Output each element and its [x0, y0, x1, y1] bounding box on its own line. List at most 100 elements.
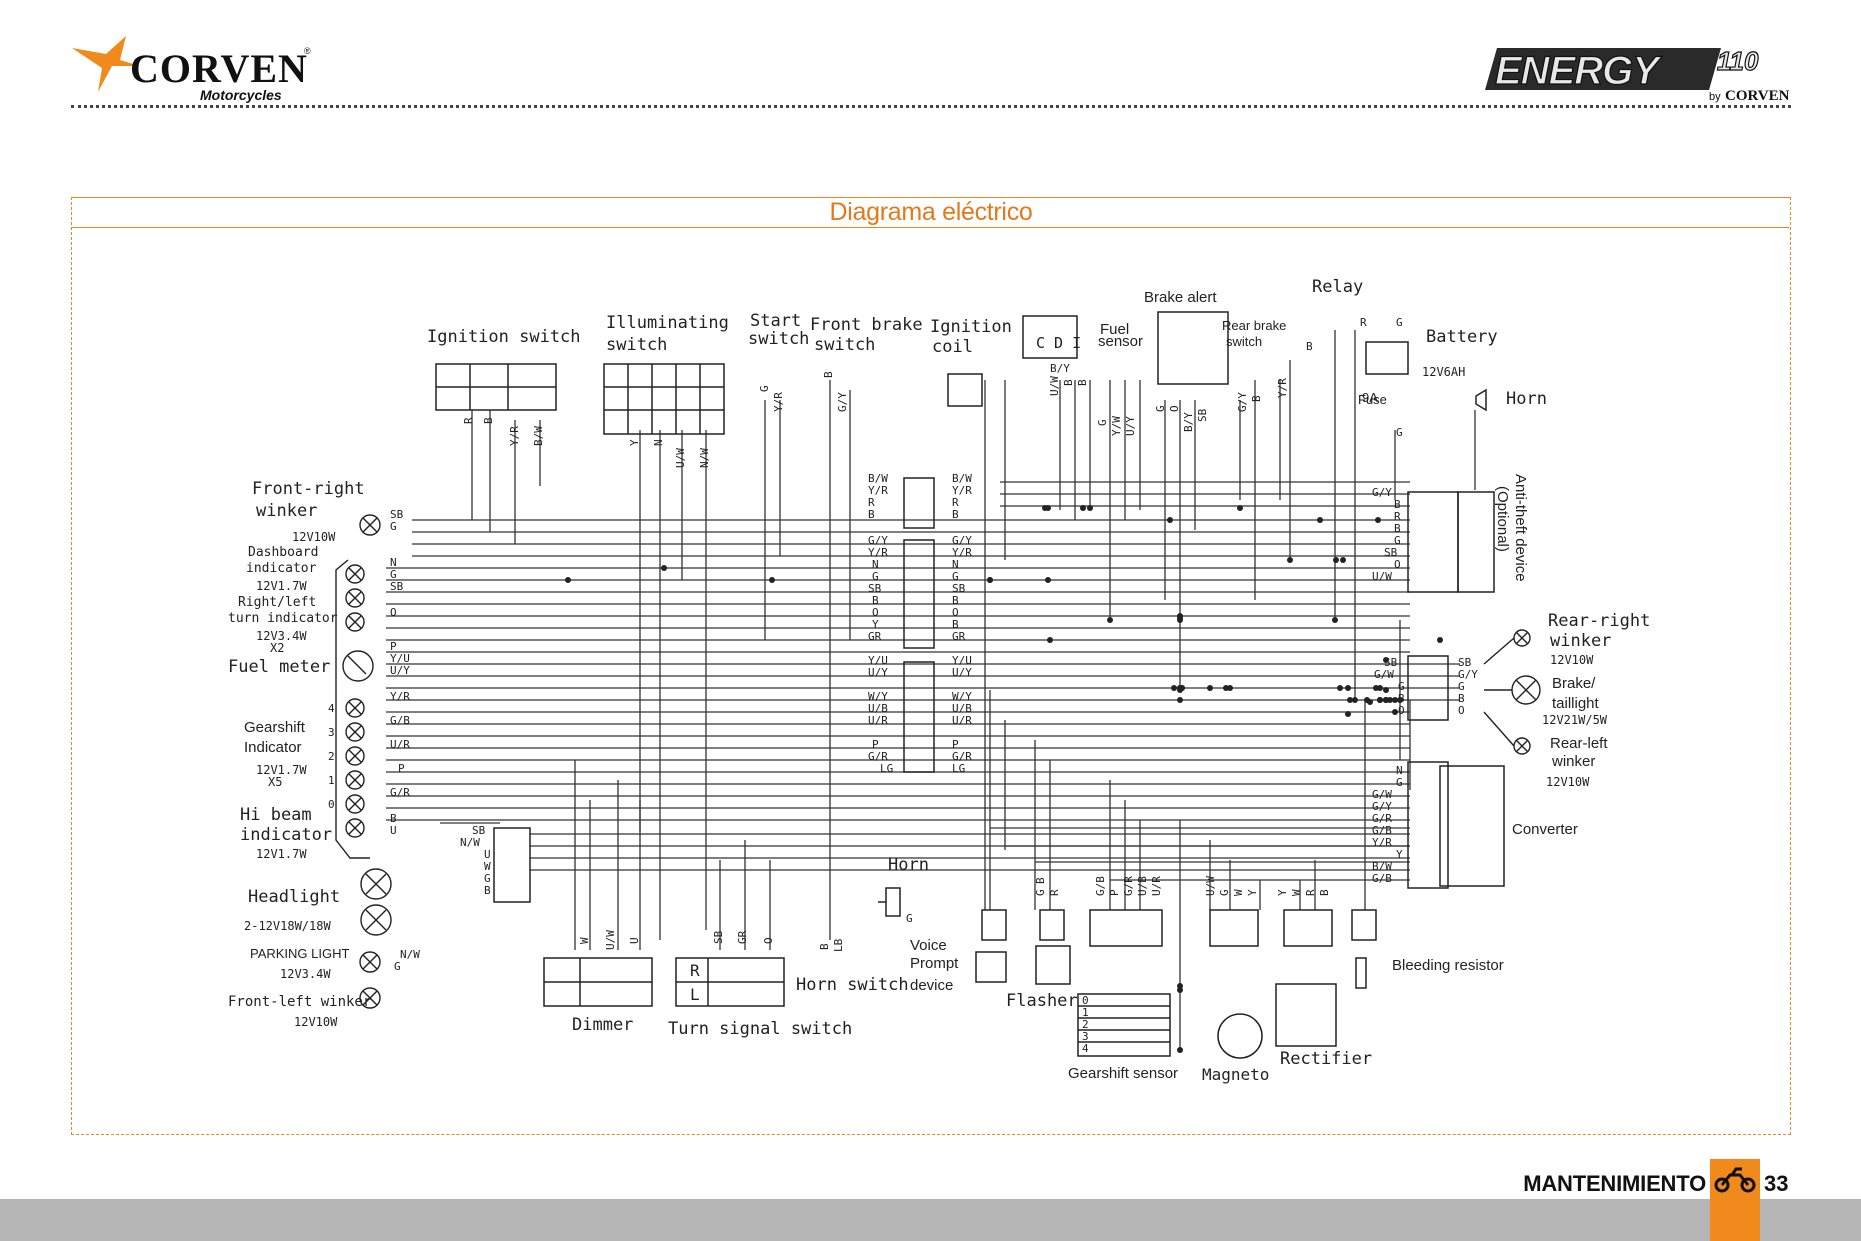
- fuel-sensor-label-2: sensor: [1098, 333, 1143, 350]
- c2-left-8: GR: [868, 630, 882, 643]
- headlight-wire-1: N/W: [460, 836, 480, 849]
- front-right-winker-spec: 12V10W: [292, 530, 336, 544]
- ignition-coil-label-2: coil: [932, 337, 973, 357]
- relay-wire-1: G: [1396, 316, 1403, 329]
- start-wire-1: Y/R: [772, 392, 785, 412]
- gs-wire-3: U/B: [1136, 876, 1149, 896]
- footer-bar: [0, 1199, 1861, 1241]
- anti-theft-0: G/Y: [1372, 486, 1392, 499]
- dashboard-indicator-label-1: Dashboard: [248, 545, 318, 560]
- rear-left-winker-label-2: winker: [1551, 753, 1595, 770]
- gearshift-indicator-qty: X5: [268, 775, 282, 789]
- voice-prompt-label-3: device: [910, 977, 953, 994]
- fuse-label: Fuse: [1358, 392, 1387, 407]
- rbrake-wire-0: G/Y: [1236, 392, 1249, 412]
- bleeding-resistor-label: Bleeding resistor: [1392, 957, 1504, 974]
- dash-wire-1: G: [390, 520, 397, 533]
- rectifier-label: Rectifier: [1280, 1049, 1372, 1069]
- top-switch-blocks: [435, 311, 1505, 889]
- ign-wire-3: B/W: [532, 426, 545, 446]
- parking-wire-1: G: [394, 960, 401, 973]
- illum-wire-3: N/W: [698, 448, 711, 468]
- rear-left-winker-spec: 12V10W: [1546, 775, 1590, 789]
- anti-theft-block: [1457, 491, 1495, 593]
- flasher-wire-1: B: [1034, 877, 1047, 884]
- illuminating-switch-block: [603, 363, 725, 435]
- dashboard-indicator-label-2: indicator: [246, 561, 317, 576]
- brake-wire-0: B: [822, 371, 835, 378]
- rect-wire-3: B: [1318, 889, 1331, 896]
- ignition-switch-label: Ignition switch: [427, 327, 581, 347]
- turn-wire-2: O: [762, 937, 775, 944]
- rear-right-winker-label-2: winker: [1550, 631, 1611, 651]
- brake-wire-1: G/Y: [836, 392, 849, 412]
- relay-wire-2: Y/R: [1276, 378, 1289, 398]
- gear-number-4: 4: [328, 702, 335, 715]
- gs-wire-2: G/R: [1122, 876, 1135, 896]
- start-wire-0: G: [758, 385, 771, 392]
- relay-wire-4: G: [1396, 426, 1403, 439]
- c3-left-1: U/Y: [868, 666, 888, 679]
- gear-number-0: 0: [328, 798, 335, 811]
- turn-signal-switch-label: Turn signal switch: [668, 1019, 852, 1039]
- gear-number-1: 1: [328, 774, 335, 787]
- c2-right-8: GR: [952, 630, 966, 643]
- relay-wire-3: B: [1306, 340, 1313, 353]
- dash-wire-8: U/Y: [390, 664, 410, 677]
- turn-indicator-label-2: turn indicator: [228, 611, 338, 626]
- battery-spec: 12V6AH: [1422, 365, 1465, 379]
- anti-theft-label-1: Anti-theft device: [1512, 474, 1529, 582]
- rect-wire-0: Y: [1276, 889, 1289, 896]
- brake-taillight-label-2: taillight: [1552, 695, 1600, 712]
- gs-wire-0: G/B: [1094, 876, 1107, 896]
- c3-left-9: LG: [880, 762, 893, 775]
- dimmer-wire-1: U/W: [604, 930, 617, 950]
- c3-right-1: U/Y: [952, 666, 972, 679]
- ignition-coil-label-1: Ignition: [930, 317, 1012, 337]
- hi-beam-label-1: Hi beam: [240, 805, 312, 825]
- left-lamps: [335, 514, 392, 1009]
- rectifier-block: [1275, 983, 1337, 1047]
- mag-wire-3: Y: [1246, 889, 1259, 896]
- voice-prompt-label-2: Prompt: [910, 955, 959, 972]
- front-brake-switch-label-1: Front brake: [810, 315, 923, 335]
- rear-conn-1: G/W: [1374, 668, 1394, 681]
- coil-wire: B/Y: [1050, 362, 1070, 375]
- conv-9: G/B: [1372, 872, 1392, 885]
- converter-connector: [1407, 761, 1449, 889]
- page-number: 33: [1764, 1171, 1789, 1196]
- dash-wire-11: U/R: [390, 738, 410, 751]
- headlight-spec: 2-12V18W/18W: [244, 919, 331, 933]
- gearshift-indicator-label-2: Indicator: [244, 739, 302, 756]
- cdi-wire-2: B: [1076, 379, 1089, 386]
- hornsw-wire-1: LB: [832, 938, 845, 952]
- illum-wire-1: N: [652, 439, 665, 446]
- fuel-wire-1: Y/W: [1110, 416, 1123, 436]
- hornsw-wire-0: B: [818, 943, 831, 950]
- mag-wire-2: W: [1232, 889, 1245, 896]
- gs-wire-1: P: [1108, 889, 1121, 896]
- c1-right-3: B: [952, 508, 959, 521]
- dash-wire-12: P: [398, 762, 405, 775]
- dimmer-wire-0: W: [578, 937, 591, 944]
- c1-left-3: B: [868, 508, 875, 521]
- wiring-diagram: Ignition switch Illuminating switch Star…: [228, 277, 1650, 1084]
- flasher-block: [1035, 945, 1071, 985]
- rect-wire-1: W: [1290, 889, 1303, 896]
- gearshift-indicator-label-1: Gearshift: [244, 719, 306, 736]
- footer-tab: [1710, 1159, 1760, 1241]
- fuel-meter-label: Fuel meter: [228, 657, 330, 677]
- dimmer-label: Dimmer: [572, 1015, 633, 1035]
- anti-theft-7: U/W: [1372, 570, 1392, 583]
- c3-right-9: LG: [952, 762, 965, 775]
- turn-indicator-qty: X2: [270, 641, 284, 655]
- converter-label: Converter: [1512, 821, 1578, 838]
- horn-top-symbol: [1475, 388, 1487, 412]
- voice-prompt-block: [975, 951, 1007, 983]
- turn-indicator-label-1: Right/left: [238, 595, 316, 610]
- hi-beam-label-2: indicator: [240, 825, 332, 845]
- hi-beam-spec: 12V1.7W: [256, 847, 307, 861]
- turn-wire-1: GR: [736, 930, 749, 944]
- dash-wire-13: G/R: [390, 786, 410, 799]
- alert-wire-3: SB: [1196, 408, 1209, 422]
